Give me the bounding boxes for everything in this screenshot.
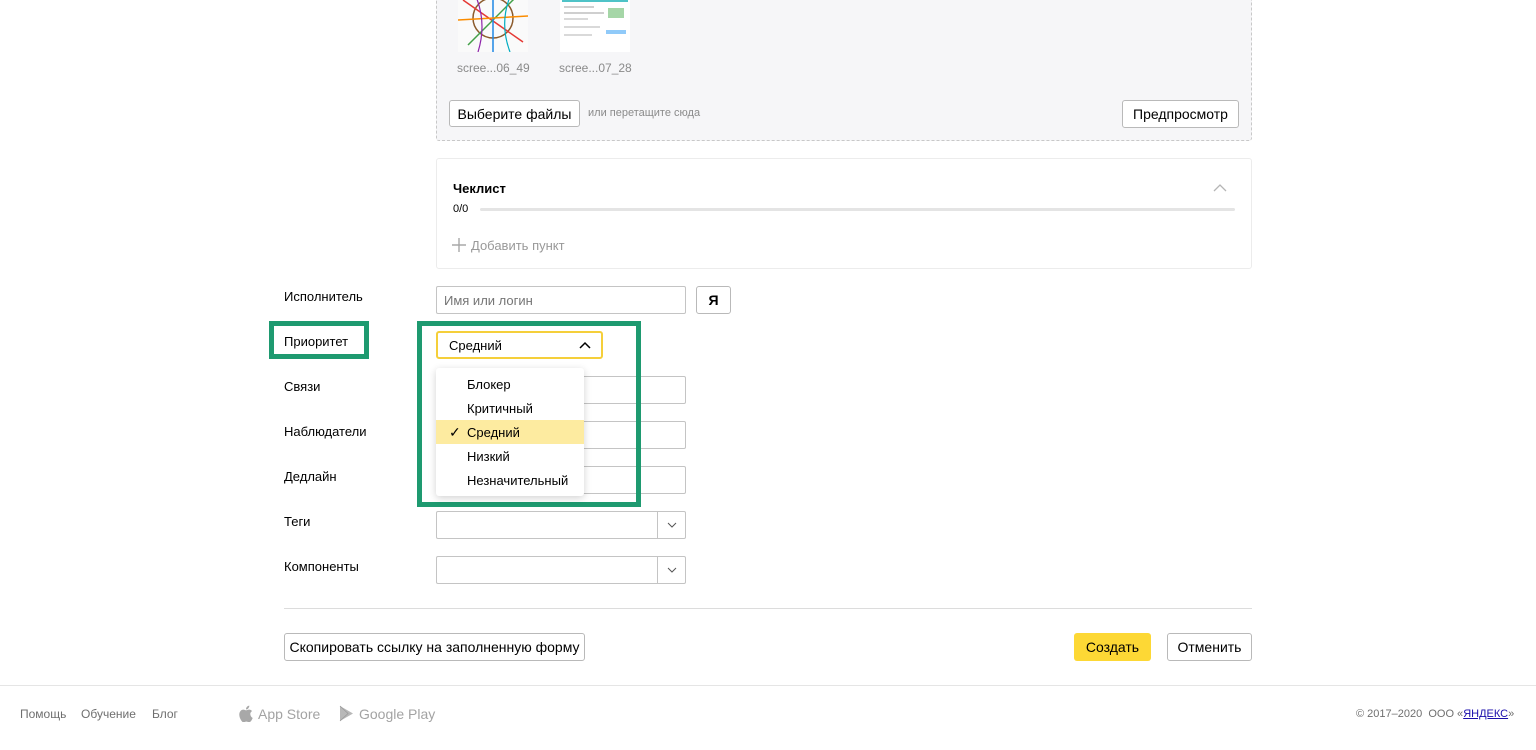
priority-option-normal[interactable]: ✓ Средний	[436, 420, 584, 444]
priority-menu: Блокер Критичный ✓ Средний Низкий Незнач…	[436, 368, 584, 496]
footer-link-blog[interactable]: Блог	[152, 707, 178, 721]
priority-option-label: Критичный	[467, 400, 533, 416]
preview-button[interactable]: Предпросмотр	[1122, 100, 1239, 128]
priority-option-label: Средний	[467, 424, 520, 440]
choose-files-button[interactable]: Выберите файлы	[449, 100, 580, 127]
copy-form-link-button[interactable]: Скопировать ссылку на заполненную форму	[284, 633, 585, 661]
cancel-button[interactable]: Отменить	[1167, 633, 1252, 661]
yandex-link[interactable]: ЯНДЕКС	[1463, 708, 1508, 720]
copyright-suffix: »	[1508, 708, 1515, 720]
priority-option-low[interactable]: Низкий	[436, 444, 584, 468]
tags-label: Теги	[284, 514, 311, 529]
components-label: Компоненты	[284, 559, 359, 574]
app-store-link[interactable]: App Store	[238, 705, 320, 722]
checkmark-icon: ✓	[449, 424, 461, 440]
priority-select-value: Средний	[449, 337, 502, 353]
drop-hint: или перетащите сюда	[588, 107, 701, 119]
google-play-label: Google Play	[359, 705, 436, 722]
checklist-title: Чеклист	[453, 181, 506, 196]
create-button[interactable]: Создать	[1074, 633, 1151, 661]
footer-link-help[interactable]: Помощь	[20, 707, 66, 721]
add-checklist-item-label: Добавить пункт	[471, 237, 565, 253]
priority-select[interactable]: Средний	[436, 331, 603, 359]
priority-option-blocker[interactable]: Блокер	[436, 372, 584, 396]
add-checklist-item-button[interactable]: Добавить пункт	[451, 237, 565, 253]
tags-select[interactable]	[436, 511, 686, 539]
metro-map-icon	[458, 0, 528, 52]
chevron-up-icon[interactable]	[1213, 181, 1227, 193]
attachment-name-2: scree...07_28	[559, 61, 632, 75]
attachment-thumbnail-2[interactable]	[560, 0, 630, 52]
chevron-up-icon	[579, 341, 591, 349]
google-play-icon	[339, 705, 353, 722]
attachment-thumbnail-1[interactable]	[458, 0, 528, 52]
chevron-down-icon[interactable]	[657, 557, 685, 583]
priority-option-label: Низкий	[467, 448, 510, 464]
apple-icon	[239, 705, 253, 722]
google-play-link[interactable]: Google Play	[339, 705, 435, 722]
assign-to-me-button[interactable]: Я	[696, 286, 731, 314]
priority-option-critical[interactable]: Критичный	[436, 396, 584, 420]
app-store-label: App Store	[258, 705, 321, 722]
plus-icon	[452, 238, 466, 252]
copyright: © 2017–2020 ООО «ЯНДЕКС»	[1356, 708, 1514, 720]
priority-option-label: Незначительный	[467, 472, 569, 488]
assignee-label: Исполнитель	[284, 289, 363, 304]
priority-option-trivial[interactable]: Незначительный	[436, 468, 584, 492]
footer-link-learning[interactable]: Обучение	[81, 707, 136, 721]
priority-option-label: Блокер	[467, 376, 511, 392]
chevron-down-icon[interactable]	[657, 512, 685, 538]
deadline-label: Дедлайн	[284, 469, 337, 484]
attachment-name-1: scree...06_49	[457, 61, 530, 75]
screenshot-icon	[560, 0, 630, 52]
followers-label: Наблюдатели	[284, 424, 367, 439]
checklist-count: 0/0	[453, 203, 469, 215]
components-select[interactable]	[436, 556, 686, 584]
priority-label: Приоритет	[284, 334, 349, 349]
links-label: Связи	[284, 379, 321, 394]
footer-divider	[0, 685, 1536, 686]
checklist-progress-bar	[480, 208, 1235, 211]
copyright-prefix: © 2017–2020 ООО «	[1356, 708, 1464, 720]
assignee-input[interactable]	[436, 286, 686, 314]
form-divider	[284, 608, 1252, 609]
